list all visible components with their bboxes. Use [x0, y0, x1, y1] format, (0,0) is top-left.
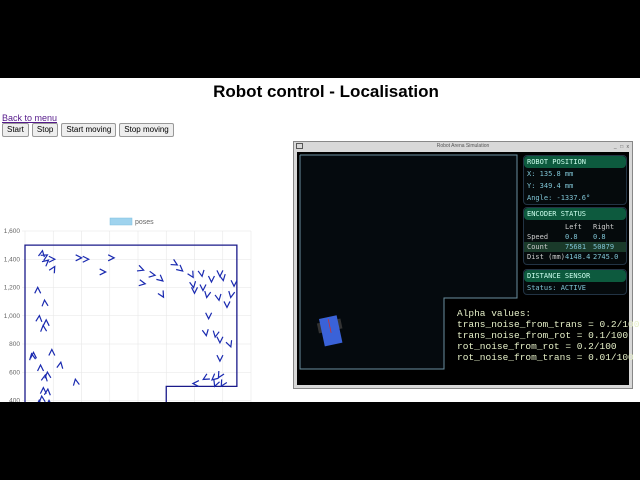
- speed-label: Speed: [527, 233, 549, 241]
- pose-arrow: [204, 290, 212, 299]
- alpha-line: rot_noise_from_trans = 0.01/100: [457, 352, 634, 363]
- pose-arrow: [56, 360, 64, 369]
- pose-arrow: [189, 281, 197, 289]
- pose-arrow: [216, 336, 224, 345]
- pose-arrow: [157, 290, 165, 299]
- pose-arrow: [191, 380, 200, 388]
- pose-arrow: [156, 274, 164, 282]
- count-left: 75681: [565, 243, 587, 251]
- arena-outline: [24, 244, 238, 402]
- pose-arrow: [72, 377, 80, 386]
- panel-header: ROBOT POSITION: [524, 156, 626, 168]
- position-x: X: 135.8 mm: [527, 170, 574, 178]
- pose-arrow: [202, 373, 210, 381]
- pose-arrow: [214, 293, 222, 302]
- panel-header: ENCODER STATUS: [524, 208, 626, 220]
- pose-arrow: [99, 268, 108, 276]
- pose-arrow: [34, 285, 42, 294]
- pose-arrow: [138, 279, 147, 287]
- pose-arrow: [107, 254, 116, 262]
- sensor-status: Status: ACTIVE: [527, 284, 587, 292]
- pose-arrow: [48, 348, 56, 356]
- encoder-status-panel: ENCODER STATUS Left Right Speed 0.8 0.8 Cou…: [523, 207, 627, 265]
- robot-position-panel: ROBOT POSITION X: 135.8 mm Y: 349.4 mm A…: [523, 155, 627, 205]
- legend-swatch: [109, 217, 133, 226]
- speed-right: 0.8: [593, 233, 606, 241]
- dist-label: Dist (mm): [527, 253, 565, 261]
- panel-header: DISTANCE SENSOR: [524, 270, 626, 282]
- y-tick-label: 1,000: [4, 313, 21, 320]
- left-header: Left: [565, 223, 582, 231]
- y-tick-label: 800: [9, 341, 20, 348]
- pose-arrow: [212, 330, 220, 339]
- count-right: 50879: [593, 243, 615, 251]
- pose-arrow: [207, 275, 215, 284]
- pose-arrow: [38, 394, 46, 402]
- position-y: Y: 349.4 mm: [527, 182, 574, 190]
- pose-arrow: [42, 318, 50, 327]
- distance-sensor-panel: DISTANCE SENSOR Status: ACTIVE: [523, 269, 627, 295]
- web-page: Robot control - Localisation Back to men…: [0, 78, 640, 402]
- pose-arrow: [37, 363, 45, 372]
- pose-arrow: [35, 314, 43, 323]
- pose-arrow: [201, 329, 209, 337]
- pose-arrow: [228, 290, 236, 299]
- simulation-canvas: ROBOT POSITION X: 135.8 mm Y: 349.4 mm A…: [297, 152, 639, 385]
- y-tick-label: 600: [9, 369, 20, 376]
- pose-arrow: [223, 301, 231, 309]
- dist-right: 2745.0: [593, 253, 619, 261]
- pose-arrow: [75, 254, 84, 262]
- page-title: Robot control - Localisation: [213, 82, 439, 101]
- window-menu-icon[interactable]: [296, 143, 303, 149]
- pose-arrow: [148, 270, 157, 278]
- pose-arrow: [230, 279, 238, 288]
- position-angle: Angle: -1337.6°: [527, 194, 591, 202]
- pose-arrow: [197, 269, 205, 278]
- dist-left: 4148.4: [565, 253, 591, 261]
- alpha-title: Alpha values:: [457, 308, 532, 319]
- back-to-menu-link[interactable]: Back to menu: [2, 113, 57, 123]
- y-tick-label: 1,600: [4, 228, 21, 235]
- window-titlebar: Robot Arena Simulation _ □ x: [294, 142, 632, 150]
- pose-arrow: [40, 324, 48, 332]
- pose-arrow: [176, 264, 184, 272]
- speed-left: 0.8: [565, 233, 578, 241]
- pose-arrow: [43, 387, 51, 396]
- window-title: Robot Arena Simulation: [436, 143, 490, 149]
- alpha-line: rot_noise_from_rot = 0.2/100: [457, 341, 617, 352]
- legend-label: poses: [135, 219, 154, 226]
- y-tick-label: 400: [9, 398, 20, 403]
- pose-arrow: [37, 249, 45, 258]
- pose-arrow: [170, 259, 179, 266]
- right-header: Right: [593, 223, 615, 231]
- alpha-line: trans_noise_from_trans = 0.2/100: [457, 319, 640, 330]
- pose-arrow: [41, 298, 49, 307]
- y-tick-label: 1,400: [4, 256, 21, 263]
- y-tick-label: 1,200: [4, 285, 21, 292]
- count-label: Count: [527, 243, 549, 251]
- poses-chart: 02004006008001,0001,2001,4001,6000200400…: [4, 217, 252, 403]
- alpha-line: trans_noise_from_rot = 0.1/100: [457, 330, 629, 341]
- window-controls[interactable]: _ □ x: [614, 143, 630, 151]
- simulation-window: Robot Arena Simulation _ □ x ROBOT POSIT…: [293, 141, 639, 389]
- pose-arrow: [216, 354, 224, 363]
- alpha-values: Alpha values: trans_noise_from_trans = 0.…: [457, 308, 639, 363]
